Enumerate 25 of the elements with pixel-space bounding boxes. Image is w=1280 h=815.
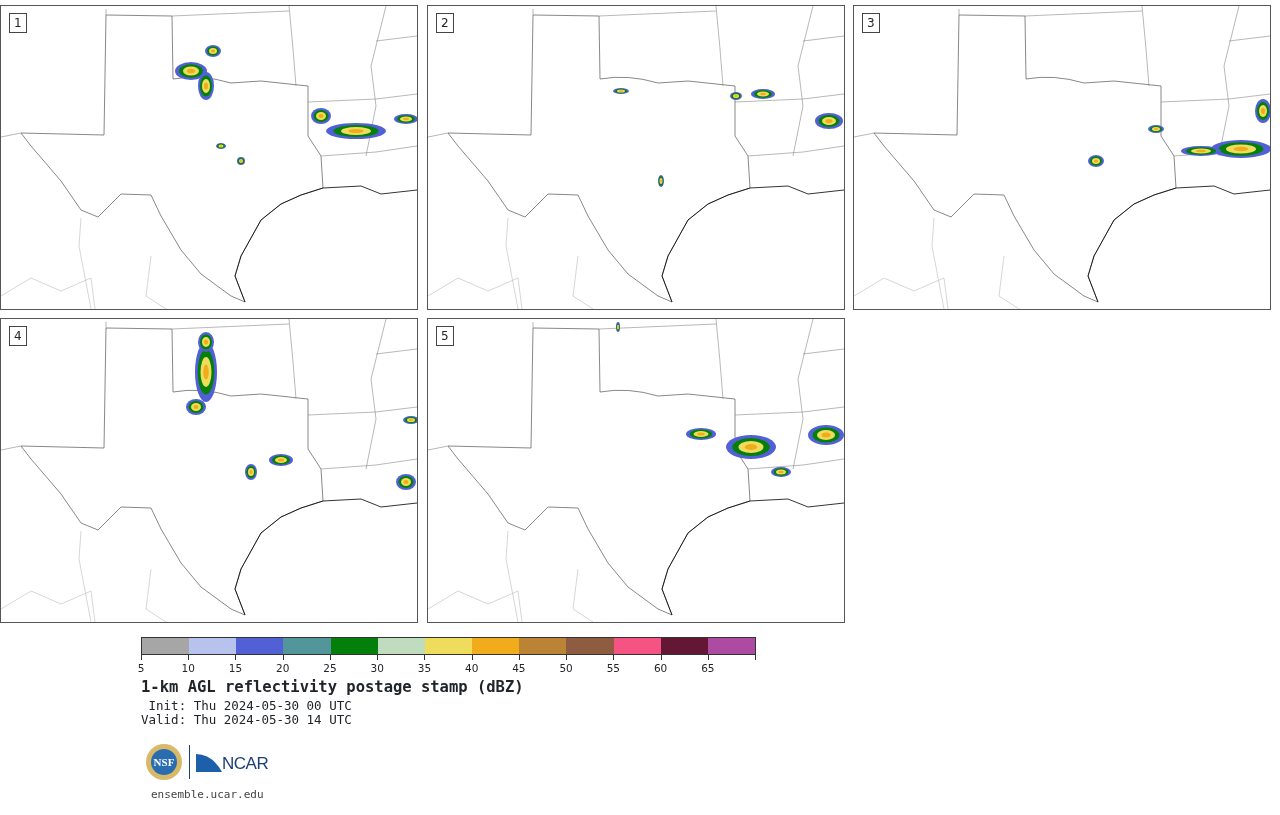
panel-number: 4 [9,326,27,346]
tick-label: 10 [181,662,195,674]
panel-number: 5 [436,326,454,346]
tick-label: 35 [417,662,432,674]
tick-label: 20 [276,662,290,674]
valid-time: Valid: Thu 2024-05-30 14 UTC [141,713,353,727]
tick-label: 15 [228,662,243,674]
figure-title: 1-km AGL reflectivity postage stamp (dBZ) [141,678,524,696]
tick-label: 30 [370,662,384,674]
ncar-logo-text: NCAR [222,753,269,776]
tick-label: 5 [137,662,145,674]
nsf-logo: NSF [145,743,183,781]
website-url: ensemble.ucar.edu [151,788,264,801]
panel-number: 1 [9,13,27,33]
tick-label: 45 [512,662,526,674]
tick-label: 65 [701,662,715,674]
tick-label: 60 [653,662,668,674]
panel-number: 2 [436,13,454,33]
tick-label: 40 [464,662,479,674]
panel-number: 3 [862,13,880,33]
tick-label: 55 [606,662,621,674]
tick-label: 25 [323,662,337,674]
tick-label: 50 [559,662,573,674]
swoosh-icon [196,752,222,772]
init-time: Init: Thu 2024-05-30 00 UTC [147,699,353,713]
